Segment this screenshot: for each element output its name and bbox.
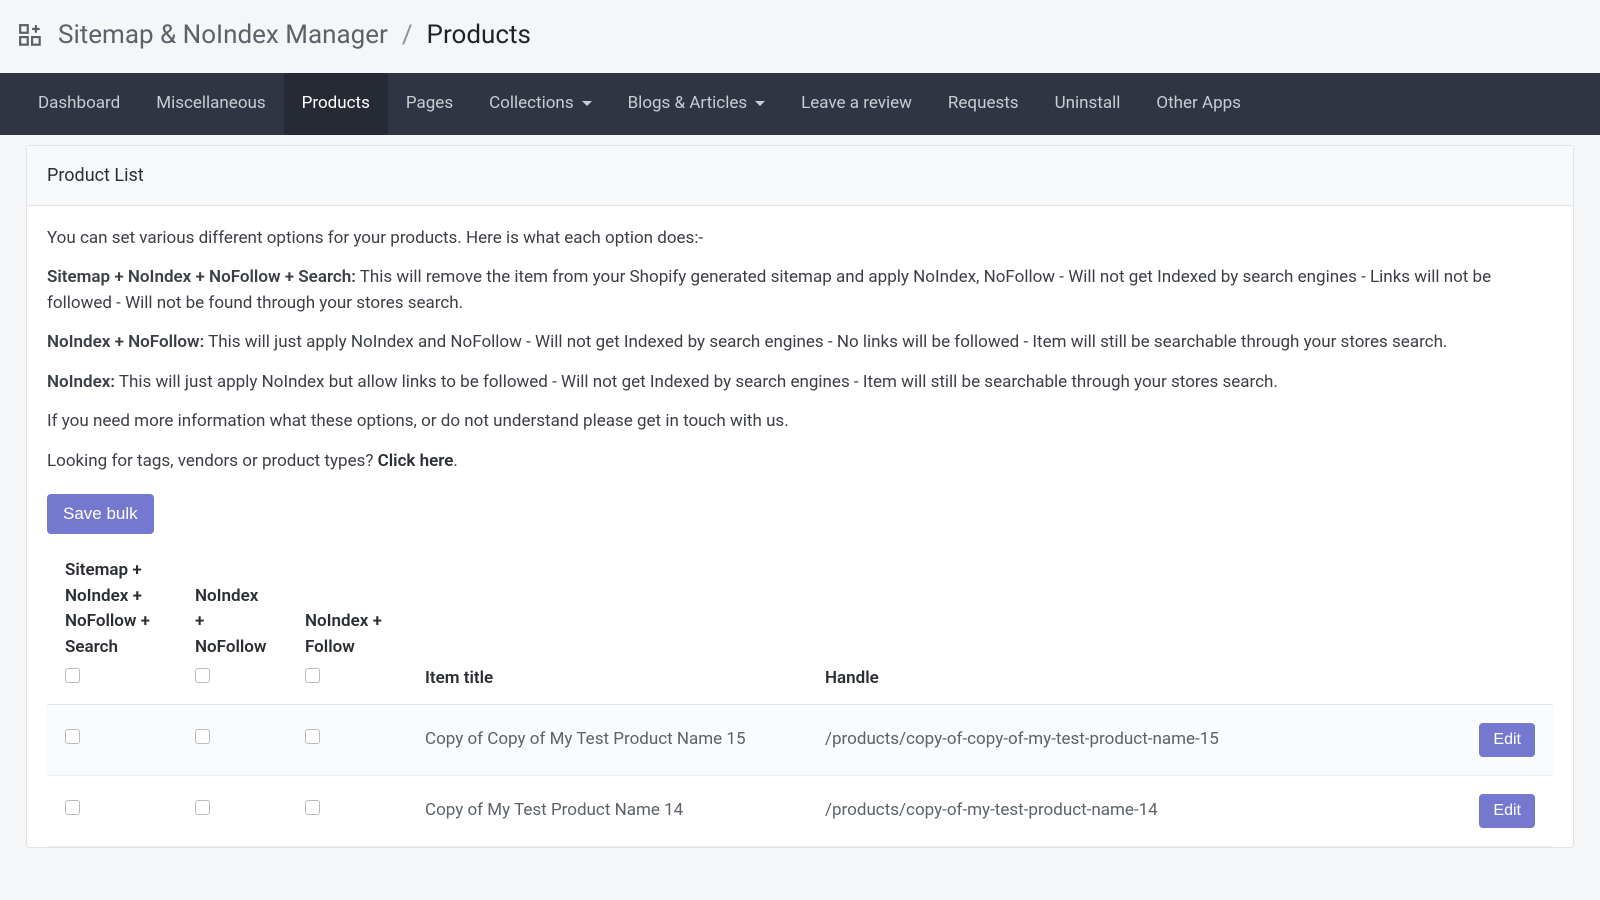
row-checkbox-col1[interactable] xyxy=(65,729,80,744)
select-all-col2[interactable] xyxy=(195,668,210,683)
select-all-col3[interactable] xyxy=(305,668,320,683)
panel-product-list: Product List You can set various differe… xyxy=(26,145,1574,848)
nav-item-uninstall[interactable]: Uninstall xyxy=(1037,73,1139,135)
nav-item-label: Requests xyxy=(948,91,1019,117)
row-checkbox-col3[interactable] xyxy=(305,800,320,815)
option-2-desc: NoIndex + NoFollow: This will just apply… xyxy=(47,330,1553,356)
nav-item-label: Products xyxy=(302,91,370,117)
table-row: Copy of My Test Product Name 14/products… xyxy=(47,775,1553,846)
product-table: Sitemap + NoIndex + NoFollow + Search No… xyxy=(47,546,1553,847)
nav-item-label: Pages xyxy=(406,91,453,117)
nav-item-label: Leave a review xyxy=(801,91,912,117)
nav-item-pages[interactable]: Pages xyxy=(388,73,471,135)
nav-item-label: Miscellaneous xyxy=(156,91,265,117)
th-col-noindex-nofollow: NoIndex + NoFollow xyxy=(177,546,287,704)
chevron-down-icon xyxy=(582,101,592,106)
edit-button[interactable]: Edit xyxy=(1479,794,1535,828)
intro-text: You can set various different options fo… xyxy=(47,226,1553,252)
row-checkbox-col2[interactable] xyxy=(195,800,210,815)
breadcrumb: Sitemap & NoIndex Manager / Products xyxy=(58,16,531,55)
app-grid-icon xyxy=(18,23,44,49)
edit-button[interactable]: Edit xyxy=(1479,723,1535,757)
cell-item-title: Copy of My Test Product Name 14 xyxy=(407,775,807,846)
topbar: Sitemap & NoIndex Manager / Products xyxy=(0,0,1600,73)
nav-item-label: Uninstall xyxy=(1055,91,1121,117)
click-here-link[interactable]: Click here xyxy=(378,451,454,471)
nav-item-blogs-articles[interactable]: Blogs & Articles xyxy=(610,73,784,135)
row-checkbox-col3[interactable] xyxy=(305,729,320,744)
nav-item-leave-a-review[interactable]: Leave a review xyxy=(783,73,930,135)
row-checkbox-col1[interactable] xyxy=(65,800,80,815)
th-col-noindex-follow: NoIndex + Follow xyxy=(287,546,407,704)
nav-item-products[interactable]: Products xyxy=(284,73,388,135)
th-edit xyxy=(1461,546,1553,704)
save-bulk-button[interactable]: Save bulk xyxy=(47,494,154,534)
tags-link-line: Looking for tags, vendors or product typ… xyxy=(47,449,1553,475)
select-all-col1[interactable] xyxy=(65,668,80,683)
th-col-sitemap: Sitemap + NoIndex + NoFollow + Search xyxy=(47,546,177,704)
option-3-desc: NoIndex: This will just apply NoIndex bu… xyxy=(47,370,1553,396)
cell-handle: /products/copy-of-my-test-product-name-1… xyxy=(807,775,1461,846)
nav-item-other-apps[interactable]: Other Apps xyxy=(1138,73,1259,135)
row-checkbox-col2[interactable] xyxy=(195,729,210,744)
th-item-title: Item title xyxy=(407,546,807,704)
th-handle: Handle xyxy=(807,546,1461,704)
breadcrumb-sep: / xyxy=(402,16,413,55)
cell-item-title: Copy of Copy of My Test Product Name 15 xyxy=(407,704,807,775)
chevron-down-icon xyxy=(755,101,765,106)
nav-item-collections[interactable]: Collections xyxy=(471,73,610,135)
nav-item-requests[interactable]: Requests xyxy=(930,73,1037,135)
option-1-desc: Sitemap + NoIndex + NoFollow + Search: T… xyxy=(47,265,1553,316)
nav-item-label: Other Apps xyxy=(1156,91,1241,117)
breadcrumb-current: Products xyxy=(427,16,531,55)
breadcrumb-root[interactable]: Sitemap & NoIndex Manager xyxy=(58,16,388,55)
nav-item-dashboard[interactable]: Dashboard xyxy=(20,73,138,135)
table-row: Copy of Copy of My Test Product Name 15/… xyxy=(47,704,1553,775)
cell-handle: /products/copy-of-copy-of-my-test-produc… xyxy=(807,704,1461,775)
nav-item-label: Blogs & Articles xyxy=(628,91,748,117)
more-info-text: If you need more information what these … xyxy=(47,409,1553,435)
panel-header: Product List xyxy=(27,146,1573,206)
nav-item-label: Dashboard xyxy=(38,91,120,117)
nav-item-miscellaneous[interactable]: Miscellaneous xyxy=(138,73,283,135)
nav-item-label: Collections xyxy=(489,91,574,117)
navbar: Dashboard Miscellaneous Products Pages Colle… xyxy=(0,73,1600,135)
